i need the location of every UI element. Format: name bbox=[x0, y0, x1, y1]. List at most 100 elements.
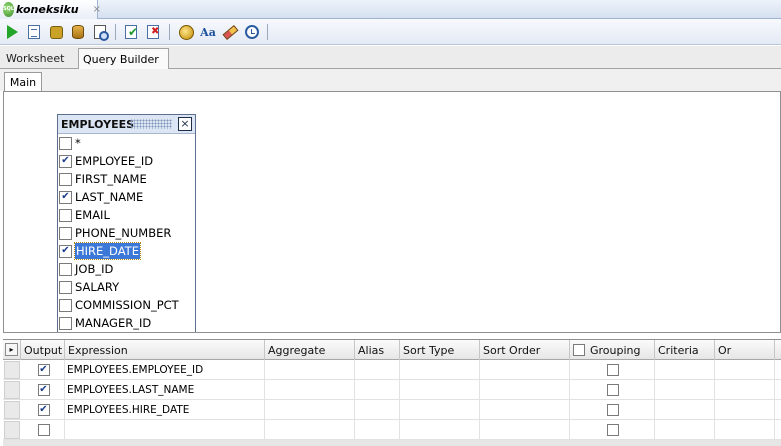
tab-worksheet[interactable]: Worksheet bbox=[2, 48, 76, 69]
grouping-checkbox[interactable] bbox=[607, 364, 619, 376]
row-header[interactable] bbox=[4, 381, 20, 399]
column-checkbox[interactable] bbox=[59, 262, 72, 276]
table-column-row[interactable]: ✔ LAST_NAME bbox=[58, 188, 195, 206]
sql-history-icon[interactable] bbox=[243, 23, 261, 41]
criteria-cell[interactable] bbox=[655, 400, 715, 420]
output-cell[interactable]: ✔ bbox=[21, 380, 65, 400]
sort-type-cell[interactable] bbox=[400, 400, 480, 420]
or-cell[interactable] bbox=[715, 420, 775, 440]
sort-type-cell[interactable] bbox=[400, 420, 480, 440]
expression-cell[interactable]: EMPLOYEES.LAST_NAME bbox=[65, 380, 265, 400]
cancel-icon[interactable] bbox=[177, 23, 195, 41]
expression-cell[interactable] bbox=[65, 420, 265, 440]
sort-order-cell[interactable] bbox=[480, 380, 570, 400]
diagram-canvas[interactable]: EMPLOYEES × * ✔ EMPLOYEE_ID FIRST_NAME ✔ LAST… bbox=[3, 91, 781, 333]
table-column-row[interactable]: ✔ HIRE_DATE bbox=[58, 242, 195, 260]
alias-cell[interactable] bbox=[355, 380, 400, 400]
column-header-expression[interactable]: Expression bbox=[65, 340, 265, 360]
column-checkbox[interactable]: ✔ bbox=[59, 154, 72, 168]
alias-cell[interactable] bbox=[355, 400, 400, 420]
output-cell[interactable]: ✔ bbox=[21, 360, 65, 380]
column-checkbox[interactable] bbox=[59, 226, 72, 240]
clear-icon[interactable] bbox=[221, 23, 239, 41]
column-checkbox[interactable]: ✔ bbox=[59, 244, 72, 258]
column-checkbox[interactable]: ✔ bbox=[59, 190, 72, 204]
grouping-cell[interactable] bbox=[570, 360, 655, 380]
rollback-icon[interactable] bbox=[144, 23, 162, 41]
close-table-icon[interactable]: × bbox=[178, 117, 192, 131]
table-column-row[interactable]: PHONE_NUMBER bbox=[58, 224, 195, 242]
aggregate-cell[interactable] bbox=[265, 420, 355, 440]
alias-cell[interactable] bbox=[355, 420, 400, 440]
output-cell[interactable] bbox=[21, 420, 65, 440]
sort-type-cell[interactable] bbox=[400, 380, 480, 400]
row-header[interactable] bbox=[4, 421, 20, 439]
column-checkbox[interactable] bbox=[59, 172, 72, 186]
column-checkbox[interactable] bbox=[59, 136, 72, 150]
grouping-header-checkbox[interactable] bbox=[573, 344, 585, 356]
column-header-or[interactable]: Or bbox=[715, 340, 775, 360]
document-tab-koneksiku[interactable]: SQL koneksiku × bbox=[0, 0, 101, 19]
table-column-row[interactable]: EMAIL bbox=[58, 206, 195, 224]
table-row[interactable] bbox=[3, 420, 781, 440]
table-column-row[interactable]: MANAGER_ID bbox=[58, 314, 195, 332]
sort-order-cell[interactable] bbox=[480, 360, 570, 380]
sort-order-cell[interactable] bbox=[480, 420, 570, 440]
row-header[interactable] bbox=[4, 361, 20, 379]
criteria-cell[interactable] bbox=[655, 420, 715, 440]
grouping-cell[interactable] bbox=[570, 400, 655, 420]
table-box-header[interactable]: EMPLOYEES × bbox=[58, 115, 195, 134]
output-checkbox[interactable] bbox=[37, 424, 50, 436]
output-checkbox[interactable]: ✔ bbox=[37, 404, 50, 416]
sort-type-cell[interactable] bbox=[400, 360, 480, 380]
column-header-aggregate[interactable]: Aggregate bbox=[265, 340, 355, 360]
employees-table-box[interactable]: EMPLOYEES × * ✔ EMPLOYEE_ID FIRST_NAME ✔ LAST… bbox=[57, 114, 196, 332]
aggregate-cell[interactable] bbox=[265, 400, 355, 420]
table-row[interactable]: ✔ EMPLOYEES.LAST_NAME bbox=[3, 380, 781, 400]
column-header-grouping[interactable]: Grouping bbox=[570, 340, 655, 360]
table-column-row[interactable]: FIRST_NAME bbox=[58, 170, 195, 188]
table-column-row[interactable]: JOB_ID bbox=[58, 260, 195, 278]
table-column-row[interactable]: * bbox=[58, 134, 195, 152]
column-header-criteria[interactable]: Criteria bbox=[655, 340, 715, 360]
or-cell[interactable] bbox=[715, 380, 775, 400]
close-tab-icon[interactable]: × bbox=[93, 4, 101, 15]
grouping-checkbox[interactable] bbox=[607, 384, 619, 396]
table-row[interactable]: ✔ EMPLOYEES.EMPLOYEE_ID bbox=[3, 360, 781, 380]
column-header-sort-order[interactable]: Sort Order bbox=[480, 340, 570, 360]
expand-icon[interactable]: ▸ bbox=[5, 343, 18, 356]
aggregate-cell[interactable] bbox=[265, 360, 355, 380]
alias-cell[interactable] bbox=[355, 360, 400, 380]
sort-order-cell[interactable] bbox=[480, 400, 570, 420]
output-checkbox[interactable]: ✔ bbox=[37, 384, 50, 396]
tab-main[interactable]: Main bbox=[4, 72, 42, 91]
table-column-row[interactable]: COMMISSION_PCT bbox=[58, 296, 195, 314]
or-cell[interactable] bbox=[715, 400, 775, 420]
column-header-sort-type[interactable]: Sort Type bbox=[400, 340, 480, 360]
or-cell[interactable] bbox=[715, 360, 775, 380]
row-header[interactable] bbox=[4, 401, 20, 419]
run-statement-icon[interactable] bbox=[3, 23, 21, 41]
criteria-cell[interactable] bbox=[655, 360, 715, 380]
output-checkbox[interactable]: ✔ bbox=[37, 364, 50, 376]
expression-cell[interactable]: EMPLOYEES.EMPLOYEE_ID bbox=[65, 360, 265, 380]
grouping-cell[interactable] bbox=[570, 420, 655, 440]
drag-handle[interactable] bbox=[130, 119, 172, 129]
expression-cell[interactable]: EMPLOYEES.HIRE_DATE bbox=[65, 400, 265, 420]
grouping-cell[interactable] bbox=[570, 380, 655, 400]
sql-tuning-icon[interactable] bbox=[91, 23, 109, 41]
criteria-cell[interactable] bbox=[655, 380, 715, 400]
column-checkbox[interactable] bbox=[59, 316, 72, 330]
to-upper-lower-icon[interactable]: Aa bbox=[199, 23, 217, 41]
table-row[interactable]: ✔ EMPLOYEES.HIRE_DATE bbox=[3, 400, 781, 420]
table-column-row[interactable]: SALARY bbox=[58, 278, 195, 296]
column-header-output[interactable]: Output bbox=[21, 340, 65, 360]
table-column-row[interactable]: ✔ EMPLOYEE_ID bbox=[58, 152, 195, 170]
column-header-alias[interactable]: Alias bbox=[355, 340, 400, 360]
tab-query-builder[interactable]: Query Builder bbox=[78, 48, 169, 70]
commit-icon[interactable] bbox=[122, 23, 140, 41]
autotrace-icon[interactable] bbox=[47, 23, 65, 41]
grouping-checkbox[interactable] bbox=[607, 404, 619, 416]
run-script-icon[interactable] bbox=[25, 23, 43, 41]
column-checkbox[interactable] bbox=[59, 280, 72, 294]
